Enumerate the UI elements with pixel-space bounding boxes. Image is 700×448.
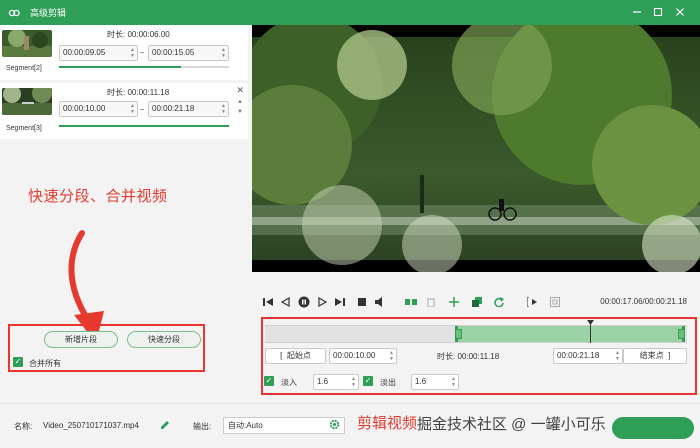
segment-name: Segment[2] <box>6 65 42 72</box>
fade-in-checkbox[interactable]: ✓ <box>264 376 274 386</box>
range-dash <box>140 109 144 110</box>
merge-all-label: 合并所有 <box>29 359 61 368</box>
settings-gear-icon[interactable] <box>329 419 340 435</box>
new-segment-button[interactable]: 新增片段 <box>44 331 118 348</box>
timeline-selection[interactable] <box>454 326 685 342</box>
timeline-track[interactable] <box>265 320 687 343</box>
video-preview[interactable] <box>252 25 700 272</box>
remove-segment-icon[interactable]: ✕ <box>236 85 244 96</box>
quick-split-button[interactable]: 快速分段 <box>127 331 201 348</box>
segment-duration: 时长: 00:00:06.00 <box>107 30 170 39</box>
trim-controls: [ 起始点 00:00:10.00 ▲ ▼ 时长: 00:00:11.18 00:0… <box>265 348 687 365</box>
segment-thumbnail <box>2 88 52 115</box>
watermark-text: 掘金技术社区 @ 一罐小可乐 <box>417 416 606 433</box>
segment-panel: Segment[2] 时长: 00:00:06.00 00:00:09.05 ▲ ▼… <box>0 25 252 403</box>
output-select[interactable]: 自动:Auto <box>223 417 345 434</box>
playhead[interactable] <box>586 320 594 343</box>
add-icon[interactable] <box>448 296 460 308</box>
fade-out-input[interactable]: 1.6 ▲ ▼ <box>411 374 459 390</box>
start-time-input[interactable]: 00:00:10.00 ▲ ▼ <box>329 348 397 364</box>
segment-end-input[interactable]: 00:00:15.05 ▲ ▼ <box>148 45 229 61</box>
title-bar: 高级剪辑 <box>0 0 700 25</box>
trim-start-handle[interactable] <box>454 329 462 339</box>
merge-all-checkbox[interactable]: ✓ <box>13 357 23 367</box>
app-logo-icon <box>7 6 21 20</box>
fade-out-label: 淡出 <box>380 378 396 387</box>
player-controls: 00:00:17.06/00:00:21.18 <box>252 292 700 314</box>
segment-item[interactable]: Segment[2] 时长: 00:00:06.00 00:00:09.05 ▲ ▼… <box>0 25 248 80</box>
segment-item[interactable]: Segment[3] 时长: 00:00:11.18 00:00:10.00 ▲ ▼… <box>0 83 248 139</box>
window-title: 高级剪辑 <box>30 8 67 18</box>
trim-duration: 时长: 00:00:11.18 <box>437 352 500 361</box>
minimize-icon[interactable] <box>629 4 645 20</box>
step-back-icon[interactable] <box>280 296 292 308</box>
set-end-button[interactable]: 结束点 ] <box>623 348 687 364</box>
delete-icon[interactable] <box>425 296 437 308</box>
time-display: 00:00:17.06/00:00:21.18 <box>600 297 687 306</box>
set-in-out-icon[interactable] <box>527 296 539 308</box>
end-time-input[interactable]: 00:00:21.18 ▲ ▼ <box>553 348 623 364</box>
skip-to-start-icon[interactable] <box>262 296 274 308</box>
copy-icon[interactable] <box>471 296 483 308</box>
range-dash <box>140 52 144 53</box>
fade-in-input[interactable]: 1.6 ▲ ▼ <box>313 374 359 390</box>
start-button[interactable] <box>612 417 694 439</box>
snapshot-icon[interactable] <box>549 296 561 308</box>
segment-end-input[interactable]: 00:00:21.18 ▲ ▼ <box>148 101 229 117</box>
segment-thumbnail <box>2 30 52 57</box>
stop-icon[interactable] <box>356 296 368 308</box>
edit-name-icon[interactable] <box>160 420 170 432</box>
set-start-button[interactable]: [ 起始点 <box>265 348 326 364</box>
merge-actions-highlight: 新增片段 快速分段 ✓ 合并所有 <box>8 324 205 372</box>
file-name: Video_250710171037.mp4 <box>43 421 139 430</box>
annotation-quick-split: 快速分段、合并视频 <box>28 188 168 205</box>
video-frame-image <box>252 25 700 272</box>
name-label: 名称: <box>14 422 33 431</box>
trim-end-handle[interactable] <box>678 329 685 339</box>
segment-duration: 时长: 00:00:11.18 <box>107 88 170 97</box>
move-down-icon[interactable]: ▼ <box>237 109 243 115</box>
segment-start-input[interactable]: 00:00:10.00 ▲ ▼ <box>59 101 138 117</box>
annotation-edit-video: 剪辑视频 <box>357 415 418 432</box>
pause-icon[interactable] <box>298 296 310 308</box>
segment-name: Segment[3] <box>6 125 42 132</box>
fade-in-label: 淡入 <box>281 378 297 387</box>
skip-to-end-icon[interactable] <box>334 296 346 308</box>
step-forward-icon[interactable] <box>316 296 328 308</box>
split-segment-icon[interactable] <box>405 296 417 308</box>
close-icon[interactable] <box>672 4 688 20</box>
bottom-bar: 名称: Video_250710171037.mp4 输出: 自动:Auto 剪… <box>0 403 700 448</box>
fade-controls: ✓ 淡入 1.6 ▲ ▼ ✓ 淡出 1.6 ▲ ▼ <box>263 374 463 390</box>
segment-start-input[interactable]: 00:00:09.05 ▲ ▼ <box>59 45 138 61</box>
move-up-icon[interactable]: ▲ <box>237 99 243 105</box>
output-label: 输出: <box>193 422 212 431</box>
volume-icon[interactable] <box>374 296 386 308</box>
segment-progress <box>59 66 229 68</box>
segment-progress <box>59 125 229 127</box>
reset-icon[interactable] <box>493 296 505 308</box>
fade-out-checkbox[interactable]: ✓ <box>363 376 373 386</box>
maximize-icon[interactable] <box>650 4 666 20</box>
